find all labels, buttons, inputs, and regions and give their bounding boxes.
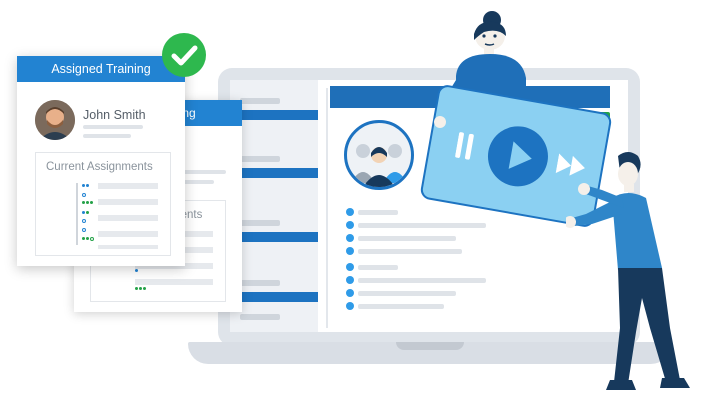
status-dot bbox=[90, 237, 94, 241]
row-text bbox=[358, 249, 462, 254]
sidebar-placeholder bbox=[240, 314, 280, 320]
woman-hand bbox=[434, 116, 446, 128]
completed-badge bbox=[162, 33, 206, 77]
row-text bbox=[358, 304, 444, 309]
assignment-row[interactable] bbox=[98, 183, 158, 189]
row-bullet bbox=[346, 247, 354, 255]
status-dot bbox=[82, 219, 86, 223]
status-dot bbox=[86, 237, 89, 240]
status-dot bbox=[90, 201, 93, 204]
sidebar-item[interactable] bbox=[240, 292, 318, 302]
row-bullet bbox=[346, 263, 354, 271]
assign-divider bbox=[76, 183, 78, 245]
user-photo-icon bbox=[35, 100, 75, 140]
row-text bbox=[358, 223, 486, 228]
card-back-row bbox=[135, 279, 213, 285]
man-illustration bbox=[566, 152, 690, 390]
assignment-row[interactable] bbox=[98, 199, 158, 205]
status-dot bbox=[82, 184, 85, 187]
status-dot bbox=[86, 211, 89, 214]
assignment-row[interactable] bbox=[98, 215, 158, 221]
screen-sidebar bbox=[230, 80, 318, 332]
status-dot bbox=[82, 237, 85, 240]
team-avatar bbox=[344, 120, 414, 190]
row-text bbox=[358, 236, 456, 241]
row-text bbox=[358, 265, 398, 270]
checkmark-icon bbox=[171, 45, 198, 66]
row-text bbox=[358, 278, 486, 283]
team-icon bbox=[351, 144, 407, 187]
pause-icon[interactable] bbox=[455, 132, 477, 161]
laptop-notch bbox=[396, 342, 464, 350]
row-bullet bbox=[346, 221, 354, 229]
assigned-training-card: Assigned Training John Smith Current Ass… bbox=[17, 56, 185, 266]
name-detail-line bbox=[83, 125, 143, 129]
status-dot bbox=[135, 287, 138, 290]
screen-divider bbox=[326, 88, 328, 328]
sidebar-placeholder bbox=[240, 156, 280, 162]
row-text bbox=[358, 291, 456, 296]
row-bullet bbox=[346, 234, 354, 242]
status-dot bbox=[82, 211, 85, 214]
sidebar-item[interactable] bbox=[240, 168, 318, 178]
status-dot bbox=[82, 193, 86, 197]
row-bullet bbox=[346, 276, 354, 284]
status-dot bbox=[86, 184, 89, 187]
sidebar-placeholder bbox=[240, 220, 280, 226]
status-dot bbox=[82, 228, 86, 232]
assignment-row[interactable] bbox=[98, 231, 158, 237]
sidebar-item[interactable] bbox=[240, 232, 318, 242]
sidebar-item-active[interactable] bbox=[240, 110, 318, 120]
section-title: Current Assignments bbox=[46, 161, 153, 173]
sidebar-placeholder bbox=[240, 280, 280, 286]
user-name: John Smith bbox=[83, 108, 146, 122]
row-bullet bbox=[346, 302, 354, 310]
row-bullet bbox=[346, 289, 354, 297]
current-assignments-box: Current Assignments bbox=[35, 152, 171, 256]
avatar bbox=[35, 100, 75, 140]
row-bullet bbox=[346, 208, 354, 216]
status-dot bbox=[82, 201, 85, 204]
row-text bbox=[358, 210, 398, 215]
status-dot bbox=[86, 201, 89, 204]
play-button[interactable] bbox=[483, 121, 553, 192]
name-detail-line bbox=[83, 134, 131, 138]
play-icon bbox=[508, 141, 532, 169]
assignment-row[interactable] bbox=[98, 245, 158, 249]
status-dot bbox=[135, 269, 138, 272]
status-dot bbox=[139, 287, 142, 290]
sidebar-placeholder bbox=[240, 98, 280, 104]
card-header: Assigned Training bbox=[17, 56, 185, 82]
status-dot bbox=[143, 287, 146, 290]
